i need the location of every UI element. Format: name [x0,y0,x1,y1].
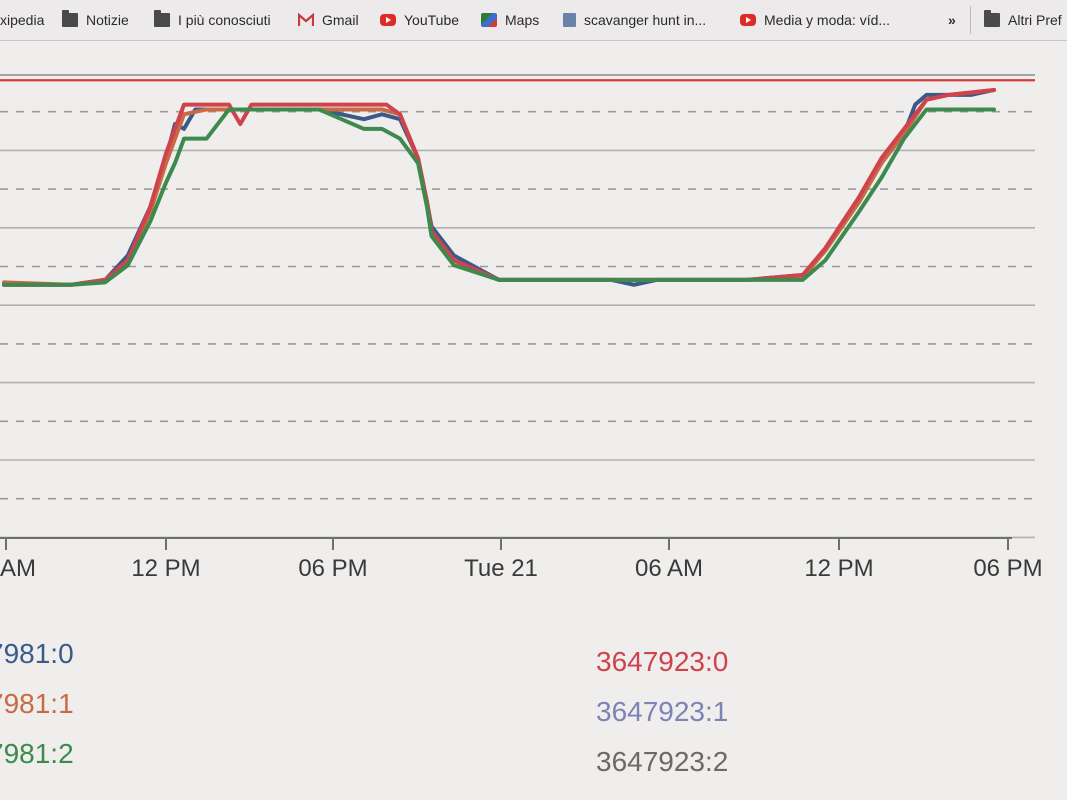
bookmark-label: Notizie [86,12,129,28]
x-tick-label: 12 PM [804,555,873,582]
bookmark-media-y-moda[interactable]: Media y moda: víd... [740,9,890,31]
doc-icon [563,13,576,27]
x-tick-label: 06 PM [298,555,367,582]
chart-panel: AM 12 PM 06 PM Tue 21 06 AM 12 PM 06 PM 7981:0 7… [0,41,1067,800]
gmail-icon [297,12,315,27]
chevron-double-right-icon: » [948,12,956,28]
bookmark-label: Altri Pref [1008,12,1062,28]
bookmark-maps[interactable]: Maps [481,9,539,31]
series-line [2,87,996,287]
bookmark-youtube[interactable]: YouTube [380,9,459,31]
bookmark-label: Maps [505,12,540,28]
bookmark-wikipedia[interactable]: xipedia [0,9,44,31]
folder-icon [984,10,1000,27]
legend-item[interactable]: 3647923:1 [596,696,728,727]
x-tick-label: 12 PM [131,555,200,582]
bookmark-label: YouTube [404,12,460,28]
bookmark-notizie[interactable]: Notizie [62,9,129,31]
bookmark-label: Gmail [322,12,359,28]
youtube-icon [380,14,396,26]
legend-item[interactable]: 7981:1 [0,688,74,719]
legend-item[interactable]: 7981:0 [0,638,74,669]
bookmarks-bar: xipedia Notizie I più conosciuti Gmail Y… [0,0,1067,41]
maps-icon [481,13,497,27]
x-tick-label: 06 PM [973,555,1042,582]
x-tick-label: Tue 21 [464,555,538,582]
folder-icon [154,10,170,27]
x-tick-label: AM [0,555,36,582]
legend-item[interactable]: 3647923:2 [596,746,728,777]
youtube-icon [740,14,756,26]
series-line [2,87,996,287]
temperature-chart: AM 12 PM 06 PM Tue 21 06 AM 12 PM 06 PM 7981:0 7… [0,74,1043,777]
legend-item[interactable]: 3647923:0 [596,646,728,677]
bookmarks-separator [970,6,971,34]
bookmark-label: I più conosciuti [178,12,271,28]
series-line [2,87,996,287]
legend-item[interactable]: 7981:2 [0,738,74,769]
folder-icon [62,10,78,27]
x-tick-label: 06 AM [635,555,703,582]
bookmark-gmail[interactable]: Gmail [297,9,359,31]
bookmark-other-bookmarks[interactable]: Altri Pref [984,9,1062,31]
bookmark-label: xipedia [0,12,45,28]
bookmark-i-piu-conosciuti[interactable]: I più conosciuti [154,9,271,31]
bookmark-label: Media y moda: víd... [764,12,891,28]
bookmarks-overflow-button[interactable]: » [948,9,956,31]
bookmark-label: scavanger hunt in... [584,12,707,28]
bookmark-scavanger-hunt[interactable]: scavanger hunt in... [563,9,706,31]
